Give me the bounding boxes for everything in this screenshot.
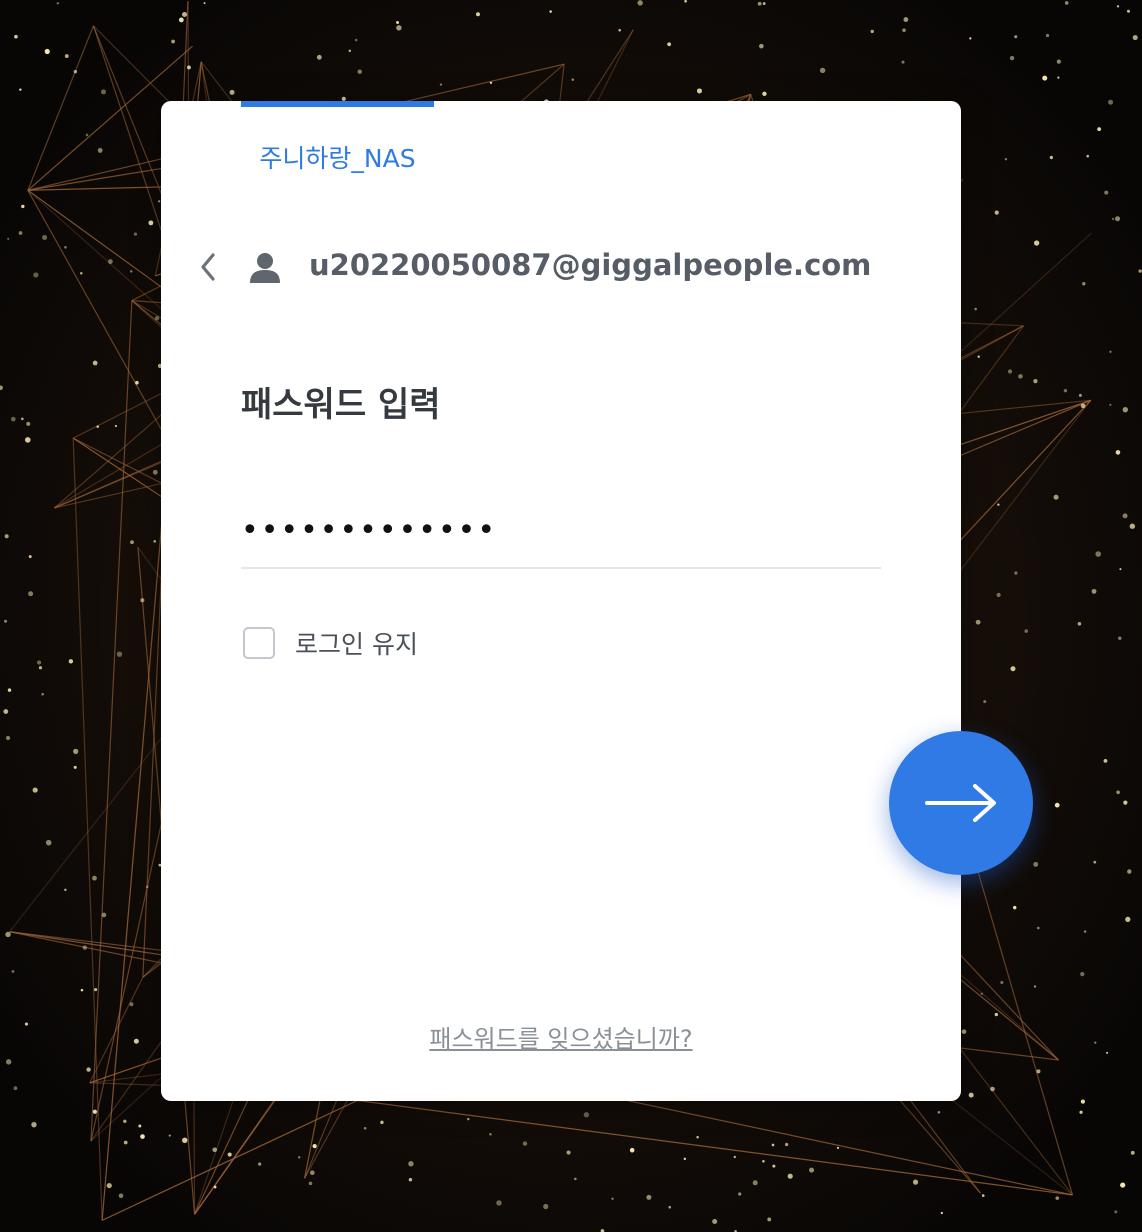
remember-login-option[interactable]: 로그인 유지 bbox=[243, 625, 418, 661]
account-username: u20220050087@giggalpeople.com bbox=[309, 248, 872, 282]
remember-login-label: 로그인 유지 bbox=[295, 630, 418, 659]
page-title: 패스워드 입력 bbox=[241, 385, 441, 425]
tab-label: 주니하랑_NAS bbox=[259, 144, 416, 173]
tab-nas[interactable]: 주니하랑_NAS bbox=[241, 101, 434, 173]
arrow-right-icon bbox=[925, 784, 996, 822]
remember-login-checkbox[interactable] bbox=[243, 627, 275, 659]
forgot-password-link[interactable]: 패스워드를 잊으셨습니까? bbox=[161, 1019, 961, 1054]
tab-active-indicator bbox=[241, 101, 434, 107]
user-icon bbox=[250, 253, 280, 283]
back-button[interactable] bbox=[191, 247, 225, 287]
submit-button[interactable] bbox=[889, 731, 1033, 875]
chevron-left-icon bbox=[201, 253, 215, 281]
login-card: 주니하랑_NAS u20220050087@giggalpeople.com 패… bbox=[161, 101, 961, 1101]
password-field[interactable] bbox=[241, 493, 881, 569]
